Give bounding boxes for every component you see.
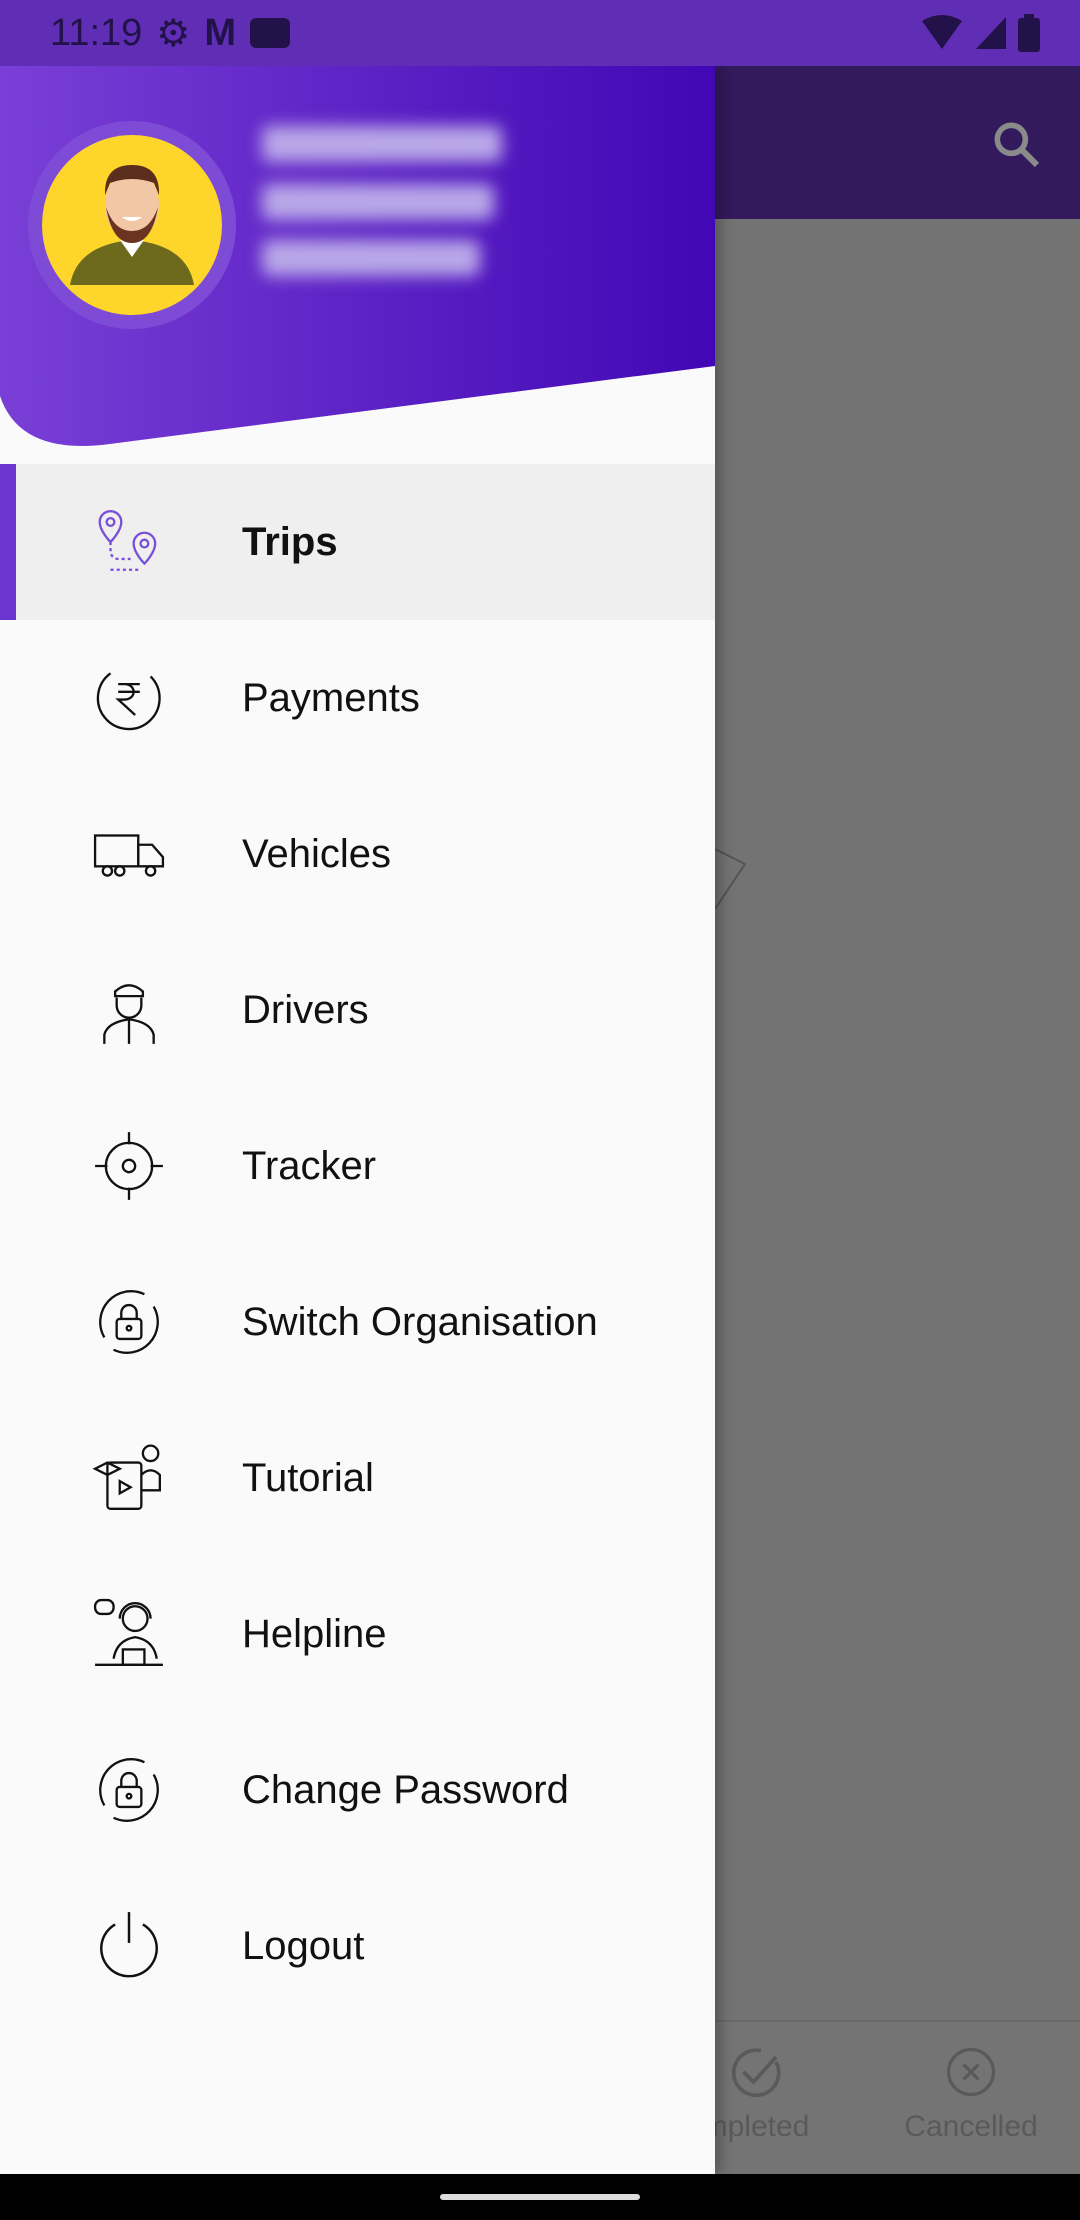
route-pin-icon: [98, 510, 157, 571]
drawer-item-tutorial[interactable]: Tutorial: [0, 1400, 715, 1556]
profile-name-redacted: [262, 126, 502, 162]
driver-icon: [103, 984, 155, 1044]
drawer-item-label: Tracker: [242, 1143, 377, 1188]
youtube-icon: [250, 18, 291, 48]
drawer-item-logout[interactable]: Logout: [0, 1868, 715, 2024]
drawer-item-label: Helpline: [242, 1611, 387, 1656]
rupee-cycle-icon: [96, 672, 161, 731]
illustration-fragment: [715, 848, 747, 910]
drawer-item-vehicles[interactable]: Vehicles: [0, 776, 715, 932]
tutorial-icon: [92, 1444, 161, 1510]
support-agent-icon: [93, 1598, 163, 1666]
drawer-item-label: Logout: [242, 1923, 365, 1968]
drawer-item-tracker[interactable]: Tracker: [0, 1088, 715, 1244]
drawer-item-label: Vehicles: [242, 831, 391, 876]
profile-detail-redacted: [262, 240, 480, 276]
drawer-item-change-password[interactable]: Change Password: [0, 1712, 715, 1868]
drawer-item-helpline[interactable]: Helpline: [0, 1556, 715, 1712]
battery-icon: [1018, 14, 1040, 52]
drawer-item-payments[interactable]: Payments: [0, 620, 715, 776]
drawer-item-label: Payments: [242, 675, 420, 720]
drawer-item-drivers[interactable]: Drivers: [0, 932, 715, 1088]
lock-refresh-icon: [99, 1758, 159, 1822]
drawer-item-label: Drivers: [242, 987, 369, 1032]
home-handle[interactable]: [440, 2194, 640, 2200]
wifi-icon: [922, 15, 962, 49]
gmail-icon: M: [204, 11, 237, 54]
drawer-item-label: Tutorial: [242, 1455, 374, 1500]
settings-icon: ⚙: [156, 12, 191, 55]
drawer-item-label: Switch Organisation: [242, 1299, 598, 1344]
search-icon[interactable]: [988, 116, 1044, 172]
check-circle-icon: [731, 2048, 781, 2098]
drawer-item-label: Change Password: [242, 1767, 569, 1812]
status-bar: 11:19 ⚙ M: [0, 0, 1080, 66]
bottom-nav-cancelled[interactable]: Cancelled: [861, 2042, 1080, 2144]
system-nav-bar: [0, 2174, 1080, 2220]
x-circle-icon: [946, 2047, 996, 2097]
power-icon: [100, 1912, 158, 1978]
truck-icon: [93, 834, 165, 877]
profile-detail-redacted: [262, 184, 494, 220]
navigation-drawer: Trips Payments Vehicles Drivers Tracker …: [0, 66, 715, 2174]
signal-icon: [976, 17, 1006, 49]
lock-refresh-icon: [99, 1290, 159, 1354]
status-time: 11:19: [50, 11, 143, 54]
bottom-nav-label: Cancelled: [904, 2110, 1038, 2143]
drawer-item-trips[interactable]: Trips: [0, 464, 715, 620]
user-avatar: [42, 135, 222, 315]
target-icon: [95, 1132, 163, 1200]
drawer-item-switch-organisation[interactable]: Switch Organisation: [0, 1244, 715, 1400]
drawer-item-label: Trips: [242, 519, 338, 564]
profile-avatar[interactable]: [28, 121, 236, 329]
